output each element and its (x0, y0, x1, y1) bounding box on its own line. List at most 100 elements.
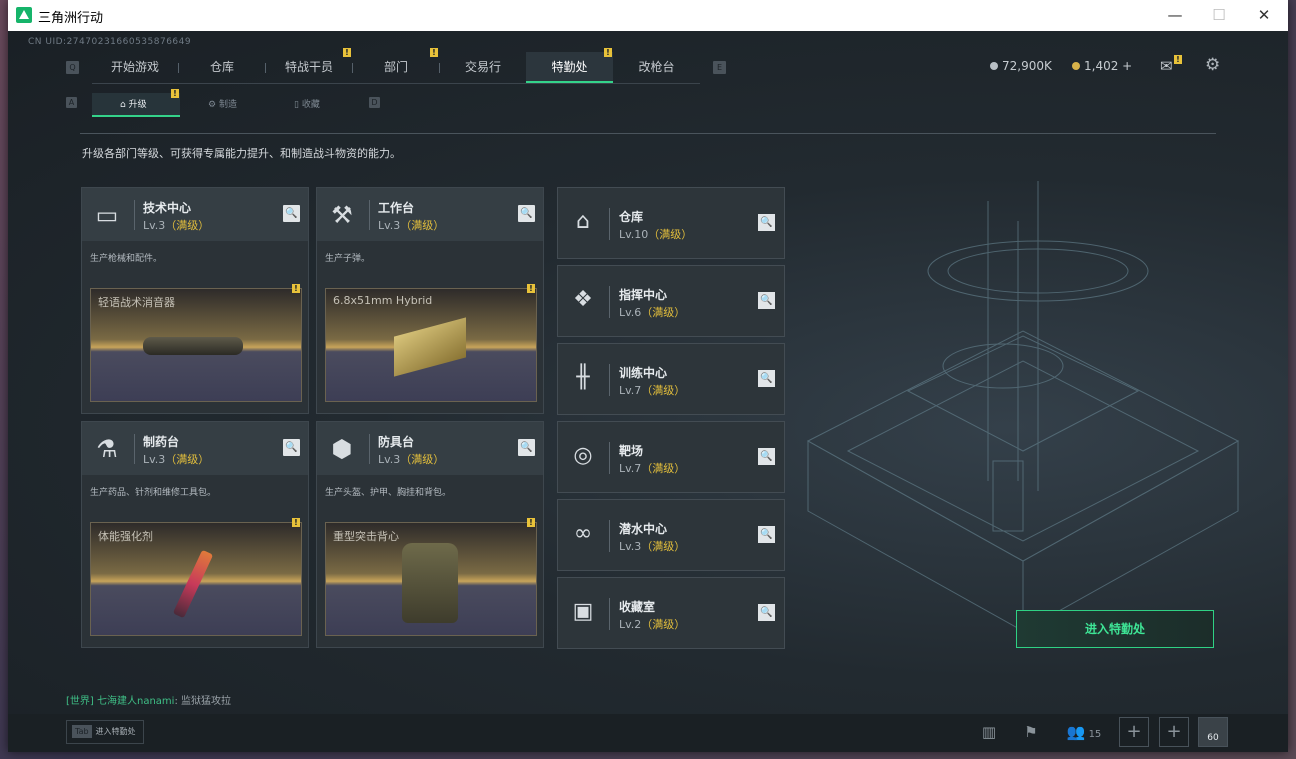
facility-card-shooting-range[interactable]: ◎ 靶场 Lv.7（满级） 🔍 (557, 421, 785, 493)
card-divider (134, 434, 135, 464)
card-divider (609, 520, 610, 552)
level-value: Lv.7 (619, 384, 642, 397)
nav-prev-key: Q (66, 61, 79, 74)
microscope-icon: ⚗ (96, 435, 118, 463)
tab-key: Tab (72, 725, 92, 738)
magnify-search-icon[interactable]: 🔍 (283, 439, 300, 456)
facility-card-tech-center[interactable]: ▭ 技术中心 Lv.3（满级） 🔍 生产枪械和配件。 轻语战术消音器 ! (81, 187, 309, 414)
item-name: 轻语战术消音器 (98, 296, 175, 309)
tab-craft[interactable]: ⚙ 制造 (180, 93, 266, 117)
warehouse-icon: ⌂ (576, 209, 590, 234)
magnify-search-icon[interactable]: 🔍 (758, 370, 775, 387)
app-logo-icon (16, 7, 32, 23)
facility-card-collection-room[interactable]: ▣ 收藏室 Lv.2（满级） 🔍 (557, 577, 785, 649)
production-item-slot[interactable]: 体能强化剂 (90, 522, 302, 636)
facility-card-pharmacy[interactable]: ⚗ 制药台 Lv.3（满级） 🔍 生产药品、针剂和维修工具包。 体能强化剂 ! (81, 421, 309, 648)
minimize-button[interactable]: — (1160, 4, 1190, 26)
card-divider (134, 200, 135, 230)
facility-level: Lv.3（满级） (378, 451, 444, 467)
facility-card-training-center[interactable]: ╫ 训练中心 Lv.7（满级） 🔍 (557, 343, 785, 415)
card-divider (609, 598, 610, 630)
target-icon: ◎ (573, 443, 593, 468)
item-alert-badge: ! (527, 284, 535, 293)
facility-name: 靶场 (619, 444, 644, 458)
magnify-search-icon[interactable]: 🔍 (758, 526, 775, 543)
magnify-search-icon[interactable]: 🔍 (758, 214, 775, 231)
magnify-search-icon[interactable]: 🔍 (758, 292, 775, 309)
facility-card-command-center[interactable]: ❖ 指挥中心 Lv.6（满级） 🔍 (557, 265, 785, 337)
tab-upgrade[interactable]: ⌂ 升级 (92, 93, 180, 117)
facility-card-armor-bench[interactable]: ⬢ 防具台 Lv.3（满级） 🔍 生产头盔、护甲、胸挂和背包。 重型突击背心 ! (316, 421, 544, 648)
tab-shortcut-label: 进入特勤处 (95, 727, 136, 736)
max-level-tag: （满级） (641, 462, 686, 475)
facility-level: Lv.3（满级） (143, 217, 209, 233)
player-avatar[interactable]: 60 (1198, 717, 1228, 747)
tab-operators[interactable]: 特战干员 (266, 52, 352, 83)
card-divider (609, 286, 610, 318)
craft-icon: ⚙ (208, 100, 217, 110)
settings-gear-icon[interactable]: ⚙ (1205, 55, 1220, 75)
card-header: ⚗ 制药台 Lv.3（满级） 🔍 (82, 422, 308, 475)
facility-level: Lv.10（满级） (619, 226, 692, 242)
facility-name: 制药台 (143, 435, 180, 449)
tab-market[interactable]: 交易行 (440, 52, 526, 83)
tab-special-ops[interactable]: 特勤处 (526, 52, 613, 83)
production-item-slot[interactable]: 重型突击背心 (325, 522, 537, 636)
add-slot-button[interactable]: + (1119, 717, 1149, 747)
enter-special-ops-button[interactable]: 进入特勤处 (1016, 610, 1214, 648)
magnify-search-icon[interactable]: 🔍 (518, 205, 535, 222)
item-alert-badge: ! (292, 518, 300, 527)
friends-icon: 👥 (1066, 723, 1086, 741)
add-slot-button[interactable]: + (1159, 717, 1189, 747)
item-name: 重型突击背心 (333, 530, 399, 543)
production-item-slot[interactable]: 6.8x51mm Hybrid (325, 288, 537, 402)
magnify-search-icon[interactable]: 🔍 (283, 205, 300, 222)
tab-shortcut-hint[interactable]: Tab 进入特勤处 (66, 720, 144, 744)
card-header: ⚒ 工作台 Lv.3（满级） 🔍 (317, 188, 543, 241)
close-button[interactable]: ✕ (1249, 4, 1279, 26)
facility-card-workbench[interactable]: ⚒ 工作台 Lv.3（满级） 🔍 生产子弹。 6.8x51mm Hybrid ! (316, 187, 544, 414)
facility-card-dive-center[interactable]: ∞ 潜水中心 Lv.3（满级） 🔍 (557, 499, 785, 571)
tab-warehouse[interactable]: 仓库 (179, 52, 265, 83)
mail-alert-badge: ! (1174, 55, 1182, 64)
magnify-search-icon[interactable]: 🔍 (758, 604, 775, 621)
maximize-button[interactable]: ☐ (1204, 4, 1234, 26)
friends-button[interactable]: 👥 15 (1064, 720, 1104, 744)
command-icon: ❖ (573, 287, 593, 312)
flag-icon[interactable]: ⚑ (1020, 720, 1042, 744)
facility-description: 生产药品、针剂和维修工具包。 (90, 488, 217, 498)
title-bar: 三角洲行动 — ☐ ✕ (8, 0, 1288, 31)
magnify-search-icon[interactable]: 🔍 (518, 439, 535, 456)
game-area: CN UID:274702316605358766​49 Q 开始游戏 仓库 特… (8, 31, 1288, 752)
facility-name: 仓库 (619, 210, 644, 224)
facility-name: 指挥中心 (619, 288, 668, 302)
magnify-search-icon[interactable]: 🔍 (758, 448, 775, 465)
tab-gunsmith[interactable]: 改枪台 (613, 52, 700, 83)
mail-icon[interactable]: ✉ (1160, 57, 1173, 75)
facility-name: 工作台 (378, 201, 415, 215)
facility-card-warehouse[interactable]: ⌂ 仓库 Lv.10（满级） 🔍 (557, 187, 785, 259)
facility-name: 潜水中心 (619, 522, 668, 536)
item-alert-badge: ! (292, 284, 300, 293)
production-item-slot[interactable]: 轻语战术消音器 (90, 288, 302, 402)
stats-chart-icon[interactable]: ▥ (978, 720, 1000, 744)
item-name: 体能强化剂 (98, 530, 153, 543)
tab-start-game[interactable]: 开始游戏 (92, 52, 178, 83)
chat-line[interactable]: [世界] 七海建人nanami: 监狱猛攻拉 (66, 692, 231, 707)
vest-image (402, 543, 458, 623)
tab-department[interactable]: 部门 (353, 52, 439, 83)
level-value: Lv.3 (143, 219, 166, 232)
gold-currency[interactable]: 1,402 + (1072, 59, 1132, 73)
card-divider (609, 208, 610, 240)
gold-amount: 1,402 + (1084, 59, 1133, 73)
facility-level: Lv.2（满级） (619, 616, 685, 632)
craft-label: 制造 (218, 100, 237, 110)
level-value: Lv.3 (619, 540, 642, 553)
max-level-tag: （满级） (648, 228, 693, 241)
level-value: Lv.7 (619, 462, 642, 475)
department-alert-badge: ! (430, 48, 438, 57)
max-level-tag: （满级） (641, 540, 686, 553)
tab-collection[interactable]: ▯ 收藏 (266, 93, 352, 117)
item-name: 6.8x51mm Hybrid (333, 294, 433, 307)
silver-coin-icon (990, 62, 998, 70)
